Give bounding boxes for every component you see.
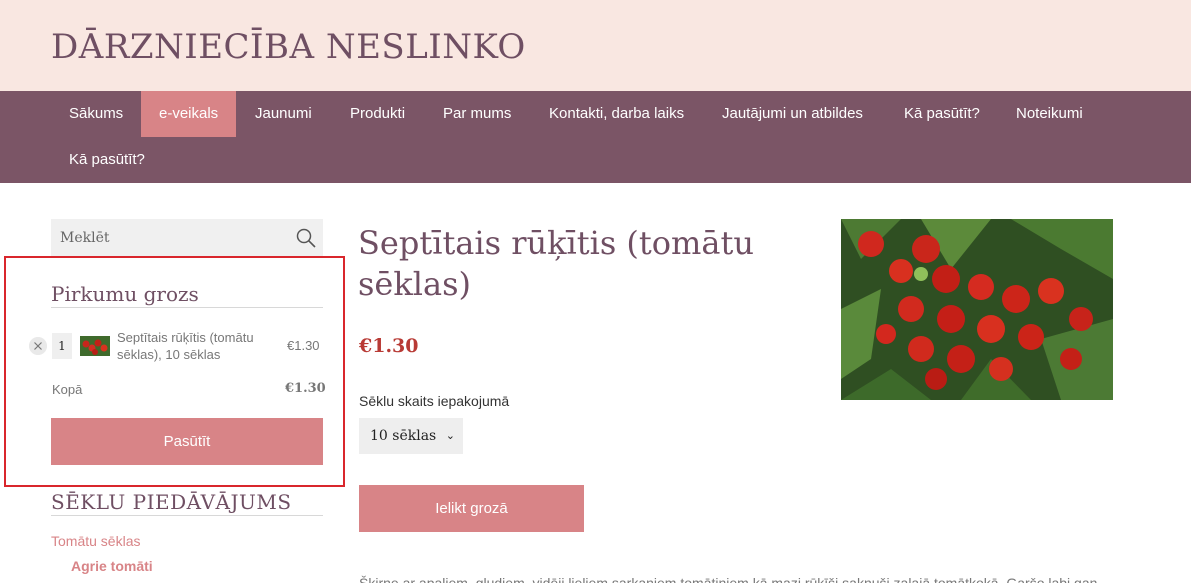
divider xyxy=(51,515,323,516)
product-title: Septītais rūķītis (tomātu sēklas) xyxy=(358,224,754,303)
product-description: Šķirne ar apaļiem, gludiem, vidēji lieli… xyxy=(359,575,1098,583)
main-nav: Sākums e-veikals Jaunumi Produkti Par mu… xyxy=(0,91,1191,183)
search-input[interactable]: Meklēt xyxy=(60,230,110,246)
close-icon[interactable] xyxy=(29,337,47,355)
nav-item-jautajumi[interactable]: Jautājumi un atbildes xyxy=(704,91,881,137)
variant-label: Sēklu skaits iepakojumā xyxy=(359,393,510,409)
divider xyxy=(51,307,323,308)
cart-total-value: €1.30 xyxy=(285,381,326,396)
product-price: €1.30 xyxy=(359,335,419,357)
nav-item-sakums[interactable]: Sākums xyxy=(51,91,141,137)
search-icon[interactable] xyxy=(295,227,317,249)
search-box[interactable]: Meklēt xyxy=(51,219,323,257)
cart-quantity-field[interactable]: 1 xyxy=(52,333,72,359)
site-title[interactable]: DĀRZNIECĪBA NESLINKO xyxy=(51,27,526,67)
checkout-button[interactable]: Pasūtīt xyxy=(51,418,323,465)
nav-item-ka-pasutit-2[interactable]: Kā pasūtīt? xyxy=(51,137,163,183)
cart-total-label: Kopā xyxy=(52,382,83,397)
chevron-down-icon: ⌄ xyxy=(445,429,455,442)
site-header: DĀRZNIECĪBA NESLINKO xyxy=(0,0,1191,91)
cart-item-price: €1.30 xyxy=(287,338,320,353)
variant-select[interactable]: 10 sēklas ⌄ xyxy=(359,418,463,454)
nav-item-e-veikals[interactable]: e-veikals xyxy=(141,91,237,137)
cart-item-thumbnail xyxy=(80,336,110,356)
nav-item-produkti[interactable]: Produkti xyxy=(332,91,423,137)
nav-item-ka-pasutit[interactable]: Kā pasūtīt? xyxy=(886,91,998,137)
cart-title: Pirkumu grozs xyxy=(51,282,199,306)
nav-item-jaunumi[interactable]: Jaunumi xyxy=(237,91,330,137)
add-to-cart-button[interactable]: Ielikt grozā xyxy=(359,485,584,532)
product-image[interactable] xyxy=(841,219,1113,400)
subcategory-link[interactable]: Agrie tomāti xyxy=(71,558,153,574)
variant-selected-value: 10 sēklas xyxy=(370,428,437,444)
nav-item-par-mums[interactable]: Par mums xyxy=(425,91,529,137)
nav-item-kontakti[interactable]: Kontakti, darba laiks xyxy=(531,91,702,137)
nav-item-noteikumi[interactable]: Noteikumi xyxy=(998,91,1101,137)
seed-offer-heading: SĒKLU PIEDĀVĀJUMS xyxy=(51,490,292,514)
cart-item-name[interactable]: Septītais rūķītis (tomātu sēklas), 10 sē… xyxy=(117,329,279,363)
category-link[interactable]: Tomātu sēklas xyxy=(51,533,140,549)
